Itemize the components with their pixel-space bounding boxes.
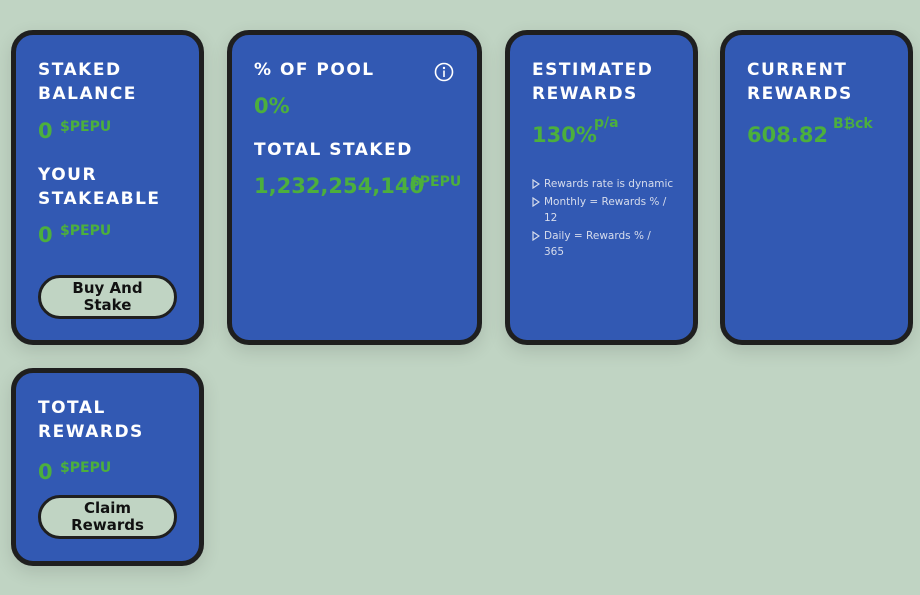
staked-balance-label: STAKED BALANCE	[38, 60, 137, 104]
total-rewards-unit: $PEPU	[60, 460, 112, 476]
current-rewards-unit: B₿ck	[833, 116, 873, 132]
pool-percent-value: 0%	[254, 94, 290, 118]
your-stakeable-unit: $PEPU	[60, 223, 112, 239]
triangle-bullet-icon	[532, 231, 540, 241]
triangle-bullet-icon	[532, 179, 540, 189]
list-item: Rewards rate is dynamic	[532, 176, 674, 192]
total-rewards-card: TOTAL REWARDS 0 $PEPU Claim Rewards	[11, 368, 204, 566]
estimated-rewards-label: ESTIMATED REWARDS	[532, 60, 654, 104]
current-rewards-label: CURRENT REWARDS	[747, 60, 853, 104]
pool-percent-label: % OF POOL	[254, 60, 375, 80]
your-stakeable-value: 0	[38, 223, 53, 247]
pool-card: % OF POOL 0% TOTAL STAKED 1,232,254,140 …	[227, 30, 482, 345]
total-staked-value: 1,232,254,140	[254, 174, 425, 198]
estimated-rewards-unit: p/a	[594, 115, 619, 131]
staked-balance-value: 0	[38, 119, 53, 143]
estimated-rewards-value: 130%	[532, 123, 597, 147]
list-item: Daily = Rewards % / 365	[532, 228, 674, 260]
your-stakeable-label: YOUR STAKEABLE	[38, 165, 161, 209]
total-staked-label: TOTAL STAKED	[254, 140, 413, 160]
total-rewards-value: 0	[38, 460, 53, 484]
info-icon[interactable]	[434, 62, 454, 82]
list-item: Monthly = Rewards % / 12	[532, 194, 674, 226]
current-rewards-card: CURRENT REWARDS 608.82 B₿ck	[720, 30, 913, 345]
buy-and-stake-button[interactable]: Buy And Stake	[38, 275, 177, 319]
staked-balance-card: STAKED BALANCE 0 $PEPU YOUR STAKEABLE 0 …	[11, 30, 204, 345]
staked-balance-unit: $PEPU	[60, 119, 112, 135]
total-rewards-label: TOTAL REWARDS	[38, 398, 144, 442]
current-rewards-value: 608.82	[747, 123, 829, 147]
rewards-notes-list: Rewards rate is dynamic Monthly = Reward…	[532, 176, 674, 262]
triangle-bullet-icon	[532, 197, 540, 207]
total-staked-unit: $PEPU	[410, 174, 462, 190]
estimated-rewards-card: ESTIMATED REWARDS 130% p/a Rewards rate …	[505, 30, 698, 345]
claim-rewards-button[interactable]: Claim Rewards	[38, 495, 177, 539]
